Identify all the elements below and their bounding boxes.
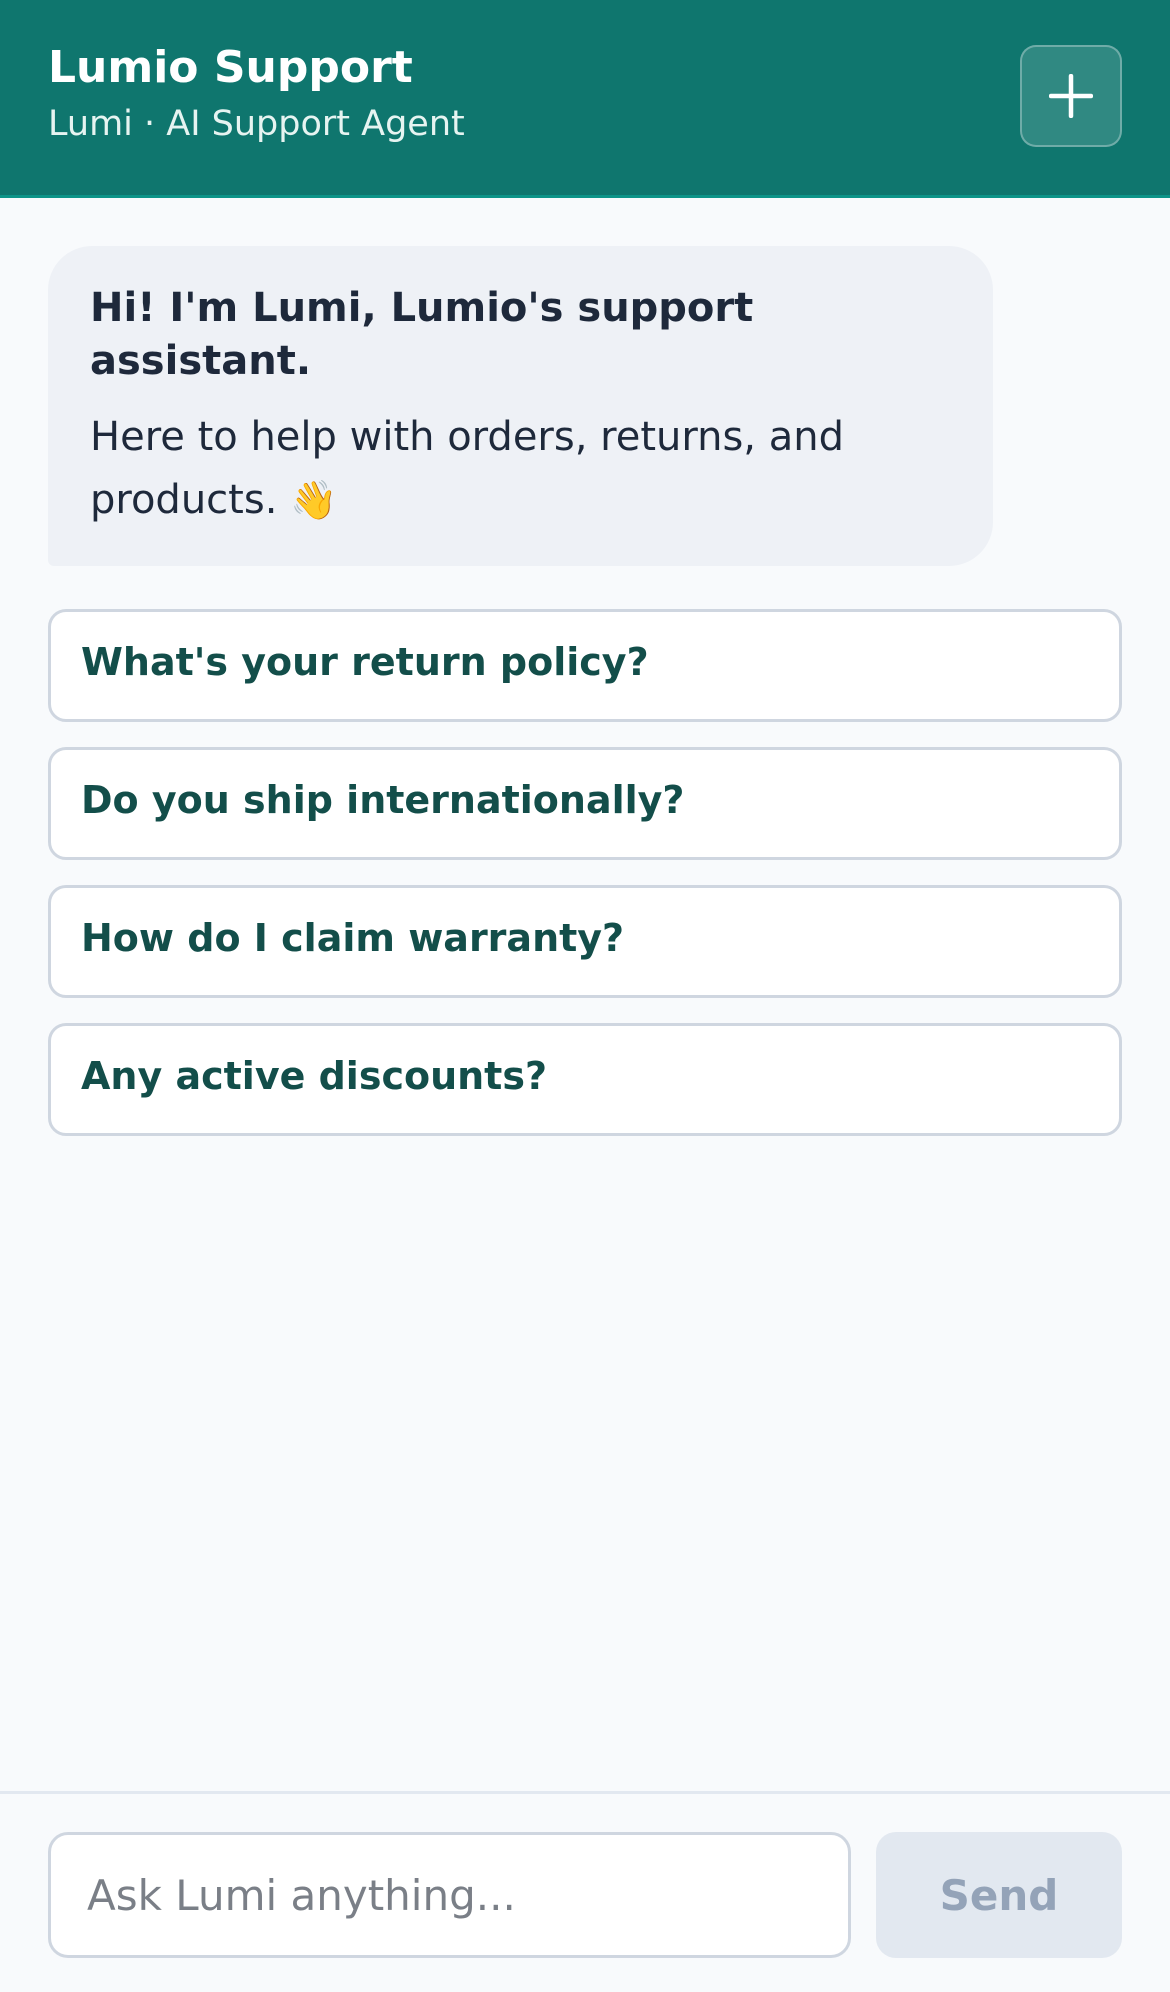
suggestion-warranty[interactable]: How do I claim warranty? bbox=[48, 885, 1122, 998]
suggestion-return-policy[interactable]: What's your return policy? bbox=[48, 609, 1122, 722]
suggestion-label: How do I claim warranty? bbox=[81, 915, 625, 960]
header-subtitle: Lumi · AI Support Agent bbox=[48, 104, 465, 144]
plus-icon bbox=[1049, 74, 1093, 118]
assistant-message-bubble: Hi! I'm Lumi, Lumio's support assistant.… bbox=[48, 246, 993, 566]
waving-hand-icon: 👋 bbox=[290, 478, 338, 522]
suggestion-international-shipping[interactable]: Do you ship internationally? bbox=[48, 747, 1122, 860]
suggestion-discounts[interactable]: Any active discounts? bbox=[48, 1023, 1122, 1136]
greeting-text: Hi! I'm Lumi, Lumio's support assistant. bbox=[90, 285, 754, 384]
suggestion-label: Any active discounts? bbox=[81, 1053, 548, 1098]
message-composer: Send bbox=[0, 1791, 1170, 1992]
header-title: Lumio Support bbox=[48, 42, 413, 93]
message-list: Hi! I'm Lumi, Lumio's support assistant.… bbox=[0, 201, 1170, 1791]
greeting-body: Here to help with orders, returns, and p… bbox=[90, 406, 951, 532]
send-button[interactable]: Send bbox=[876, 1832, 1122, 1958]
message-input[interactable] bbox=[48, 1832, 851, 1958]
greeting-body-text: Here to help with orders, returns, and p… bbox=[90, 414, 844, 523]
new-chat-button[interactable] bbox=[1020, 45, 1122, 147]
chat-header: Lumio Support Lumi · AI Support Agent bbox=[0, 0, 1170, 198]
suggestion-label: What's your return policy? bbox=[81, 639, 649, 684]
suggestion-label: Do you ship internationally? bbox=[81, 777, 685, 822]
